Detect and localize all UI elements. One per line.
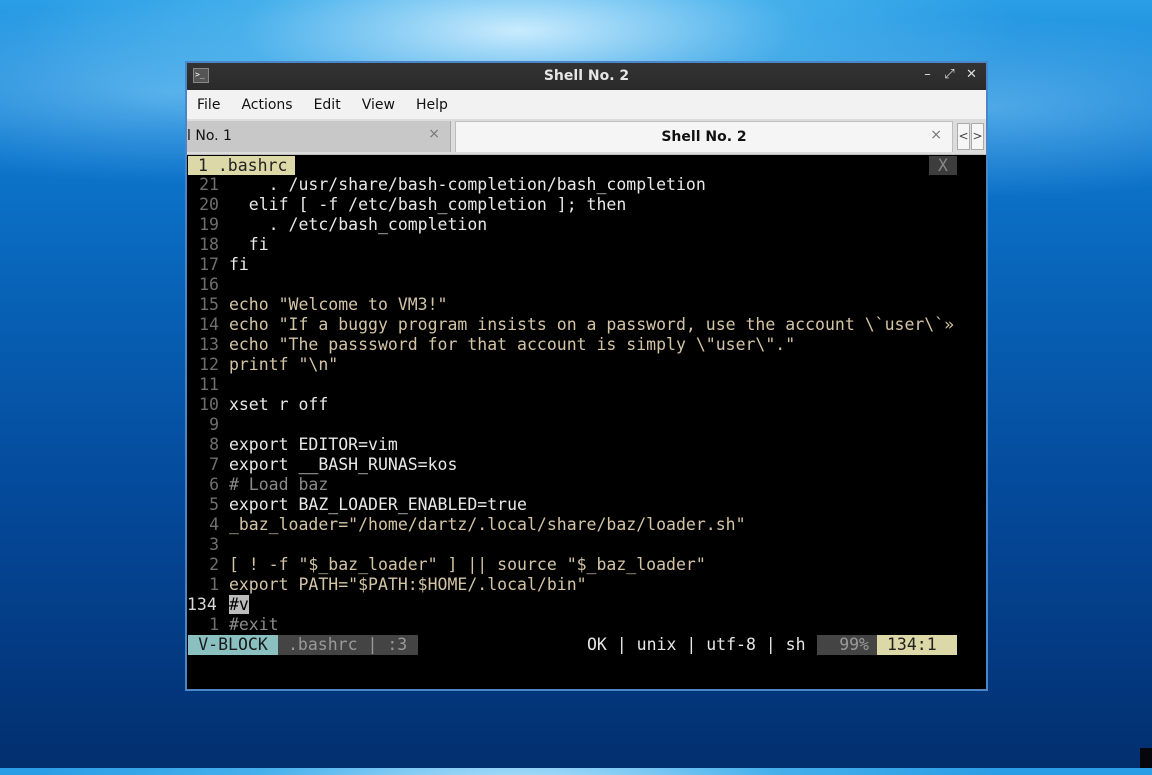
buffer-tab[interactable]: 1 .bashrc <box>188 156 296 175</box>
window-title: Shell No. 2 <box>543 68 630 84</box>
vim-buffer-bar: 1 .bashrc X <box>187 155 986 175</box>
code-line: 6 # Load baz <box>209 475 329 494</box>
terminal-window: >_ Shell No. 2 – ⤢ ✕ File Actions Edit V… <box>185 61 988 691</box>
tab-label: l No. 1 <box>187 128 232 144</box>
vblock-selection: #v <box>228 595 249 614</box>
menu-bar: File Actions Edit View Help <box>187 90 986 119</box>
tab-label: Shell No. 2 <box>661 129 747 145</box>
code-line: 9 <box>209 415 219 434</box>
code-line: 19 . /etc/bash_completion <box>199 215 488 234</box>
code-line: 4 _baz_loader="/home/dartz/.local/share/… <box>209 515 746 534</box>
code-line: 5 export BAZ_LOADER_ENABLED=true <box>209 495 527 514</box>
code-line: 20 elif [ -f /etc/bash_completion ]; the… <box>199 195 627 214</box>
menu-help[interactable]: Help <box>416 97 458 113</box>
tab-shell-2[interactable]: Shell No. 2 × <box>455 121 953 152</box>
code-line: 15 echo "Welcome to VM3!" <box>199 295 448 314</box>
maximize-button[interactable]: ⤢ <box>943 67 956 82</box>
tab-close-icon[interactable]: × <box>428 126 440 142</box>
code-line: 18 fi <box>199 235 269 254</box>
code-line: 2 [ ! -f "$_baz_loader" ] || source "$_b… <box>209 555 706 574</box>
code-line: 11 <box>199 375 219 394</box>
terminal-area[interactable]: 1 .bashrc X 21 . /usr/share/bash-complet… <box>187 155 986 689</box>
corner-mark <box>1140 748 1152 768</box>
tab-bar: l No. 1 × Shell No. 2 × < > <box>187 119 986 155</box>
code-line: 21 . /usr/share/bash-completion/bash_com… <box>199 175 706 194</box>
tab-scroll-left-button[interactable]: < <box>957 123 970 150</box>
menu-view[interactable]: View <box>362 97 405 113</box>
code-line: 16 <box>199 275 219 294</box>
code-line: 10 xset r off <box>199 395 329 414</box>
title-bar[interactable]: >_ Shell No. 2 – ⤢ ✕ <box>187 63 986 90</box>
buffer-close-button[interactable]: X <box>929 156 957 175</box>
menu-edit[interactable]: Edit <box>314 97 351 113</box>
code-line: 8 export EDITOR=vim <box>209 435 398 454</box>
code-line: 7 export __BASH_RUNAS=kos <box>209 455 458 474</box>
code-line: 1 #exit <box>209 615 279 634</box>
minimize-button[interactable]: – <box>921 67 934 82</box>
code-line: 13 echo "The passsword for that account … <box>199 335 796 354</box>
status-file: .bashrc | :3 <box>278 635 418 655</box>
tab-scroll-right-button[interactable]: > <box>971 123 984 150</box>
code-line: 3 <box>209 535 219 554</box>
code-line: 14 echo "If a buggy program insists on a… <box>199 315 955 334</box>
code-line: 12 printf "\n" <box>199 355 339 374</box>
menu-file[interactable]: File <box>197 97 230 113</box>
close-button[interactable]: ✕ <box>965 67 978 82</box>
code-line: 1 export PATH="$PATH:$HOME/.local/bin" <box>209 575 587 594</box>
status-info: OK | unix | utf-8 | sh <box>587 635 806 654</box>
code-line: 17 fi <box>199 255 249 274</box>
mode-indicator: V-BLOCK <box>188 635 278 655</box>
tab-shell-1[interactable]: l No. 1 × <box>187 121 451 152</box>
menu-actions[interactable]: Actions <box>241 97 302 113</box>
code-line-current: 134 #v <box>187 595 249 614</box>
status-percent: 99% <box>817 635 877 655</box>
status-position: 134:1 <box>877 635 957 655</box>
tab-close-icon[interactable]: × <box>930 127 942 143</box>
vim-status-line: V-BLOCK .bashrc | :3 OK | unix | utf-8 |… <box>187 635 986 655</box>
